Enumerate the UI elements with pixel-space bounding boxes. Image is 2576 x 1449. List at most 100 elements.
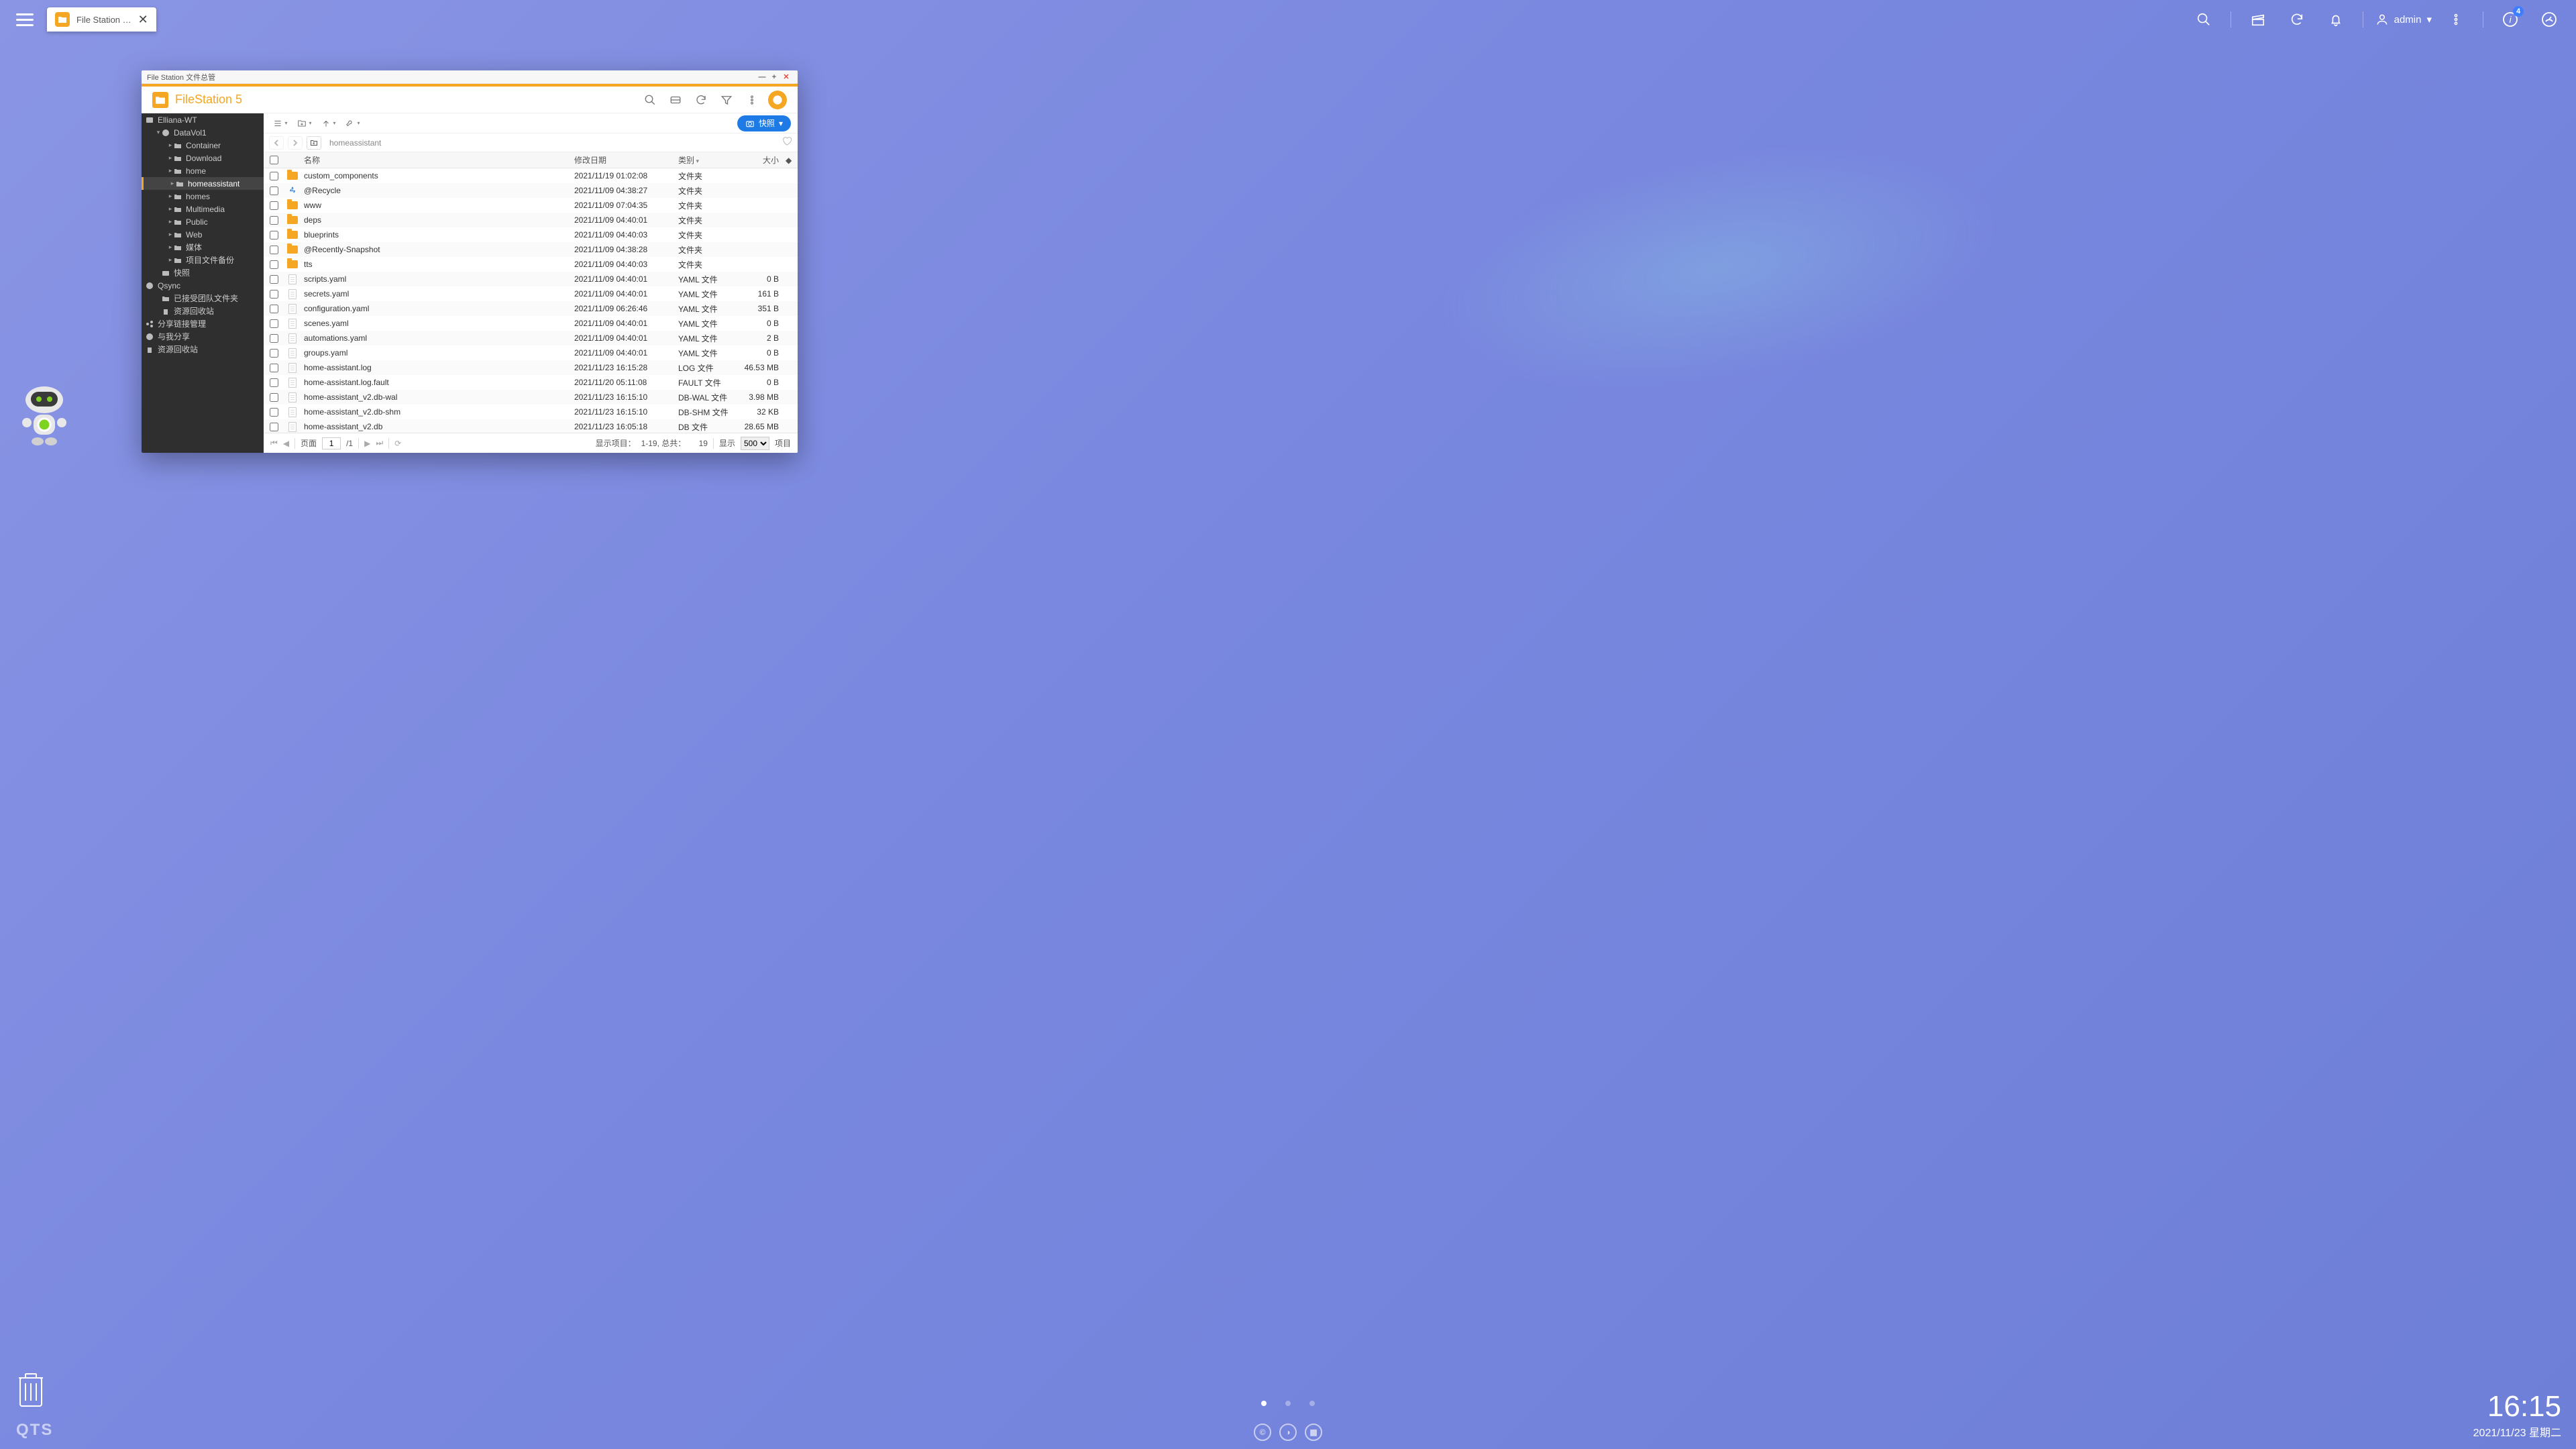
row-checkbox[interactable] <box>270 378 278 387</box>
row-checkbox[interactable] <box>270 393 278 402</box>
table-row[interactable]: configuration.yaml2021/11/09 06:26:46YAM… <box>264 301 798 316</box>
sidebar-item-homeassistant[interactable]: ▸homeassistant <box>142 177 264 190</box>
row-checkbox[interactable] <box>270 349 278 358</box>
sidebar-item-homes[interactable]: ▸homes <box>142 190 264 203</box>
row-checkbox[interactable] <box>270 290 278 299</box>
search-icon[interactable] <box>2189 5 2218 34</box>
sidebar-item-project-backup[interactable]: ▸项目文件备份 <box>142 254 264 266</box>
col-header-name[interactable]: 名称 <box>301 154 574 166</box>
row-checkbox[interactable] <box>270 334 278 343</box>
sidebar-shared-with-me[interactable]: 与我分享 <box>142 330 264 343</box>
more-icon[interactable] <box>2441 5 2471 34</box>
snapshot-button[interactable]: 快照 ▾ <box>737 115 791 131</box>
clapboard-icon[interactable] <box>2243 5 2273 34</box>
dock-icon-1[interactable]: © <box>1254 1424 1271 1441</box>
sidebar-qsync-team[interactable]: 已接受团队文件夹 <box>142 292 264 305</box>
favorite-icon[interactable] <box>782 136 792 150</box>
upload-button[interactable] <box>319 115 339 131</box>
desktop-assistant-robot[interactable] <box>17 382 71 449</box>
pager-last-button[interactable]: ⏭ <box>376 438 383 448</box>
table-row[interactable]: groups.yaml2021/11/09 04:40:01YAML 文件0 B <box>264 345 798 360</box>
sync-icon[interactable] <box>2282 5 2312 34</box>
window-titlebar[interactable]: File Station 文件总管 — + ✕ <box>142 70 798 84</box>
pager-first-button[interactable]: ⏮ <box>270 438 278 448</box>
table-row[interactable]: custom_components2021/11/19 01:02:08文件夹 <box>264 168 798 183</box>
table-row[interactable]: deps2021/11/09 04:40:01文件夹 <box>264 213 798 227</box>
table-row[interactable]: scripts.yaml2021/11/09 04:40:01YAML 文件0 … <box>264 272 798 286</box>
desktop-trash-icon[interactable] <box>16 1371 46 1409</box>
row-checkbox[interactable] <box>270 231 278 239</box>
nav-forward-button[interactable] <box>288 136 303 150</box>
smart-filter-icon[interactable] <box>768 91 787 109</box>
table-row[interactable]: scenes.yaml2021/11/09 04:40:01YAML 文件0 B <box>264 316 798 331</box>
col-header-star[interactable]: ◆ <box>786 156 798 165</box>
tools-button[interactable] <box>343 115 363 131</box>
dock-icon-3[interactable]: ▦ <box>1305 1424 1322 1441</box>
row-checkbox[interactable] <box>270 246 278 254</box>
row-checkbox[interactable] <box>270 186 278 195</box>
table-row[interactable]: secrets.yaml2021/11/09 04:40:01YAML 文件16… <box>264 286 798 301</box>
table-row[interactable]: @Recently-Snapshot2021/11/09 04:38:28文件夹 <box>264 242 798 257</box>
pager-page-input[interactable] <box>322 437 341 449</box>
window-close-button[interactable]: ✕ <box>780 72 792 81</box>
sidebar-item-public[interactable]: ▸Public <box>142 215 264 228</box>
sidebar-root[interactable]: Elliana-WT <box>142 113 264 126</box>
sidebar-share-link[interactable]: 分享链接管理 <box>142 317 264 330</box>
sidebar-volume[interactable]: ▾ DataVol1 <box>142 126 264 139</box>
sidebar-item-snapshot[interactable]: 快照 <box>142 266 264 279</box>
dashboard-icon[interactable] <box>2534 5 2564 34</box>
window-maximize-button[interactable]: + <box>768 73 780 81</box>
table-row[interactable]: home-assistant_v2.db2021/11/23 16:05:18D… <box>264 419 798 433</box>
row-checkbox[interactable] <box>270 216 278 225</box>
sidebar-item-home[interactable]: ▸home <box>142 164 264 177</box>
taskbar-tab-close[interactable]: ✕ <box>138 13 148 27</box>
row-checkbox[interactable] <box>270 201 278 210</box>
more-icon[interactable] <box>743 91 761 109</box>
sidebar-item-media[interactable]: ▸媒体 <box>142 241 264 254</box>
desktop-page-dots[interactable] <box>1261 1401 1315 1406</box>
row-checkbox[interactable] <box>270 172 278 180</box>
nav-back-button[interactable] <box>269 136 284 150</box>
help-icon[interactable]: i 4 <box>2496 5 2525 34</box>
table-row[interactable]: home-assistant_v2.db-shm2021/11/23 16:15… <box>264 405 798 419</box>
row-checkbox[interactable] <box>270 319 278 328</box>
search-icon[interactable] <box>641 91 659 109</box>
table-row[interactable]: blueprints2021/11/09 04:40:03文件夹 <box>264 227 798 242</box>
main-menu-button[interactable] <box>12 9 38 30</box>
breadcrumb-path[interactable]: homeassistant <box>325 138 777 148</box>
remote-mount-icon[interactable] <box>666 91 685 109</box>
table-row[interactable]: www2021/11/09 07:04:35文件夹 <box>264 198 798 213</box>
row-checkbox[interactable] <box>270 408 278 417</box>
refresh-icon[interactable] <box>692 91 710 109</box>
create-button[interactable] <box>294 115 315 131</box>
user-menu[interactable]: admin ▾ <box>2375 13 2432 26</box>
col-header-size[interactable]: 大小 <box>733 154 786 166</box>
sidebar-qsync[interactable]: Qsync <box>142 279 264 292</box>
table-row[interactable]: home-assistant.log2021/11/23 16:15:28LOG… <box>264 360 798 375</box>
row-checkbox[interactable] <box>270 275 278 284</box>
view-mode-button[interactable] <box>270 115 290 131</box>
sidebar-item-multimedia[interactable]: ▸Multimedia <box>142 203 264 215</box>
sidebar-item-web[interactable]: ▸Web <box>142 228 264 241</box>
row-checkbox[interactable] <box>270 364 278 372</box>
select-all-checkbox[interactable] <box>270 156 278 164</box>
col-header-type[interactable]: 类别 <box>678 154 733 166</box>
pager-next-button[interactable]: ▶ <box>364 439 370 448</box>
sidebar-recycle[interactable]: 资源回收站 <box>142 343 264 356</box>
sidebar-item-container[interactable]: ▸Container <box>142 139 264 152</box>
dock-icon-2[interactable]: ◑ <box>1279 1424 1297 1441</box>
pager-page-size-select[interactable]: 500 <box>741 437 769 450</box>
sidebar-qsync-trash[interactable]: 资源回收站 <box>142 305 264 317</box>
window-minimize-button[interactable]: — <box>756 73 768 81</box>
filter-icon[interactable] <box>717 91 736 109</box>
taskbar-app-tab[interactable]: File Station … ✕ <box>47 7 156 32</box>
nav-up-button[interactable] <box>307 136 321 150</box>
pager-refresh-button[interactable]: ⟳ <box>394 439 401 448</box>
pager-prev-button[interactable]: ◀ <box>283 439 289 448</box>
notifications-icon[interactable] <box>2321 5 2351 34</box>
table-row[interactable]: @Recycle2021/11/09 04:38:27文件夹 <box>264 183 798 198</box>
row-checkbox[interactable] <box>270 260 278 269</box>
row-checkbox[interactable] <box>270 423 278 431</box>
table-row[interactable]: automations.yaml2021/11/09 04:40:01YAML … <box>264 331 798 345</box>
col-header-date[interactable]: 修改日期 <box>574 154 678 166</box>
